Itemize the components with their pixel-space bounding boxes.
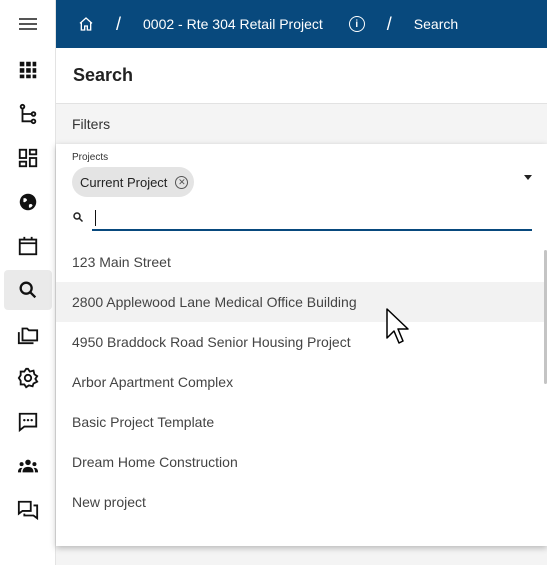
dropdown-arrow-icon[interactable] bbox=[524, 175, 532, 180]
rail-globe[interactable] bbox=[4, 182, 52, 222]
top-bar: / 0002 - Rte 304 Retail Project i / Sear… bbox=[56, 0, 547, 48]
rail-search[interactable] bbox=[4, 270, 52, 310]
projects-dropdown-panel: Projects Current Project ✕ 123 Main Stre… bbox=[56, 144, 547, 546]
breadcrumb-separator: / bbox=[116, 13, 122, 34]
list-item[interactable]: 4950 Braddock Road Senior Housing Projec… bbox=[56, 322, 547, 362]
search-icon bbox=[19, 281, 37, 299]
rail-dashboard[interactable] bbox=[4, 138, 52, 178]
rail-apps[interactable] bbox=[4, 50, 52, 90]
chip-remove-icon[interactable]: ✕ bbox=[175, 175, 189, 189]
list-item[interactable]: Dream Home Construction bbox=[56, 442, 547, 482]
menu-button[interactable] bbox=[0, 0, 55, 48]
rail-tree[interactable] bbox=[4, 94, 52, 134]
apps-icon bbox=[19, 61, 37, 79]
project-search bbox=[72, 204, 532, 232]
tree-icon bbox=[19, 103, 37, 125]
list-item[interactable]: Basic Project Template bbox=[56, 402, 547, 442]
text-caret bbox=[95, 210, 96, 226]
rail-settings[interactable] bbox=[4, 358, 52, 398]
current-project-chip: Current Project ✕ bbox=[72, 167, 195, 197]
breadcrumb-current: Search bbox=[413, 16, 459, 32]
calendar-icon bbox=[18, 236, 38, 256]
globe-icon bbox=[19, 193, 37, 211]
rail-folders[interactable] bbox=[4, 314, 52, 354]
filters-heading: Filters bbox=[72, 116, 111, 132]
project-options-list: 123 Main Street 2800 Applewood Lane Medi… bbox=[56, 242, 547, 522]
list-item[interactable]: New project bbox=[56, 482, 547, 522]
rail-calendar[interactable] bbox=[4, 226, 52, 266]
projects-label: Projects bbox=[72, 152, 109, 163]
page-title: Search bbox=[56, 48, 547, 104]
forum-icon bbox=[17, 500, 39, 521]
breadcrumb-project[interactable]: 0002 - Rte 304 Retail Project bbox=[143, 16, 323, 32]
search-icon bbox=[73, 212, 84, 223]
breadcrumb-separator: / bbox=[386, 13, 392, 34]
folders-icon bbox=[17, 327, 39, 345]
gear-icon bbox=[17, 367, 39, 389]
list-item[interactable]: 2800 Applewood Lane Medical Office Build… bbox=[56, 282, 547, 322]
chip-label: Current Project bbox=[80, 174, 168, 190]
mouse-cursor-icon bbox=[386, 308, 409, 344]
project-search-input[interactable] bbox=[92, 204, 532, 231]
info-icon[interactable]: i bbox=[348, 16, 365, 32]
main-content: Search Filters Projects Current Project … bbox=[56, 48, 547, 565]
chat-icon bbox=[18, 412, 38, 433]
list-item[interactable]: Arbor Apartment Complex bbox=[56, 362, 547, 402]
list-item[interactable]: 123 Main Street bbox=[56, 242, 547, 282]
rail-forum[interactable] bbox=[4, 490, 52, 530]
dashboard-icon bbox=[18, 148, 38, 168]
rail-chat[interactable] bbox=[4, 402, 52, 442]
rail-people[interactable] bbox=[4, 446, 52, 486]
home-icon[interactable] bbox=[78, 16, 94, 32]
people-icon bbox=[17, 459, 39, 473]
hamburger-icon bbox=[18, 18, 37, 30]
left-rail bbox=[0, 0, 56, 565]
